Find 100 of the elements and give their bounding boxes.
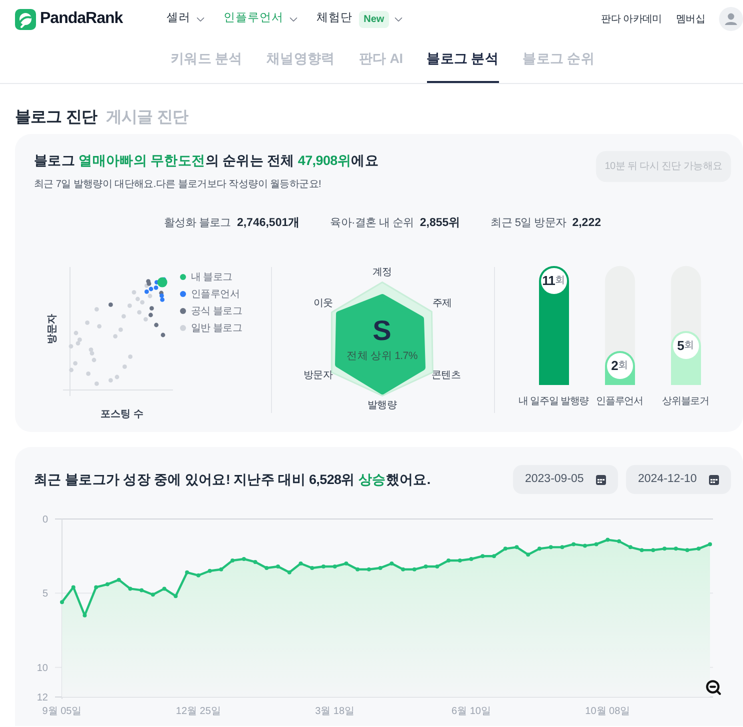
data-point [424, 564, 428, 568]
data-point [412, 567, 416, 572]
legend-label: 일반 블로그 [191, 322, 242, 336]
bar-label: 인플루언서 [596, 395, 643, 409]
scatter-point [68, 344, 74, 348]
data-point [708, 542, 712, 546]
stat-label: 최근 5일 방문자 [490, 216, 566, 231]
nav-menu[interactable]: 체험단 New [316, 10, 406, 28]
logo-text[interactable]: PandaRank [40, 7, 123, 31]
data-point [674, 546, 678, 551]
x-tick-label: 6월 10일 [452, 706, 491, 717]
data-point [606, 538, 610, 542]
data-point [356, 567, 360, 572]
logo-icon[interactable] [15, 8, 36, 30]
data-point [196, 573, 200, 578]
stat-value: 2,222 [572, 216, 601, 231]
scatter-point [108, 378, 113, 382]
y-tick-label: 10 [36, 662, 48, 674]
date-field[interactable]: 2023-09-05 [513, 465, 618, 494]
scatter-point [86, 372, 90, 376]
data-point [128, 586, 132, 591]
zoom-out-icon [704, 678, 722, 696]
scatter-point [97, 324, 102, 328]
data-point [492, 554, 496, 558]
data-point [230, 558, 235, 563]
y-tick-label: 0 [42, 514, 48, 526]
data-point [378, 566, 382, 570]
data-point [696, 546, 701, 551]
bar-label: 내 일주일 발행량 [518, 395, 589, 409]
y-tick-label: 12 [36, 692, 48, 704]
legend-label: 공식 블로그 [191, 304, 242, 318]
x-tick-label: 3월 18일 [315, 706, 355, 717]
axis-label: 발행량 [367, 400, 397, 412]
bar-label: 상위블로거 [662, 395, 709, 409]
axis-label: 콘텐츠 [431, 370, 461, 382]
scatter-point [132, 290, 136, 294]
data-point [572, 542, 576, 546]
rank-headline: 블로그 열매아빠의 무한도전의 순위는 전체 47,908위에요 [34, 152, 378, 170]
data-point [503, 546, 508, 551]
scatter-point [94, 307, 99, 312]
y-tick-label: 5 [42, 588, 48, 600]
scatter-point [128, 354, 132, 359]
data-point [390, 562, 394, 566]
data-point [276, 564, 280, 568]
zoom-out-button[interactable] [704, 678, 722, 696]
axis-label: 계정 [372, 267, 392, 279]
data-point [662, 546, 667, 551]
data-point [105, 582, 110, 586]
axis-label: 주제 [432, 298, 452, 310]
data-point [71, 585, 76, 590]
data-point [264, 566, 269, 570]
data-point [548, 545, 553, 550]
data-point [116, 578, 121, 582]
stat-label: 활성화 블로그 [164, 216, 231, 231]
calendar-icon [709, 474, 719, 484]
data-point [628, 545, 632, 550]
data-point [366, 567, 371, 572]
scatter-point [150, 306, 154, 310]
scatter-point [137, 310, 142, 314]
grade-letter: S [372, 316, 392, 346]
data-point [60, 600, 64, 604]
x-tick-label: 12월 25일 [176, 706, 221, 717]
header-link[interactable]: 판다 아카데미 [601, 12, 662, 26]
stat-value: 2,746,501개 [236, 216, 300, 231]
rank-caption: 전체 상위 1.7% [346, 349, 418, 363]
data-point [617, 539, 622, 544]
data-point [208, 568, 212, 573]
nav-menu[interactable]: 인플루언서 [224, 10, 300, 28]
x-tick-label: 9월 05일 [42, 706, 82, 717]
scatter-point [114, 374, 120, 380]
scatter-point [113, 334, 118, 338]
axis-label: 방문자 [303, 370, 333, 382]
calendar-icon [596, 474, 606, 484]
scatter-point [69, 368, 74, 372]
y-axis-label: 방문자 [47, 314, 59, 344]
tab[interactable]: 블로그 분석 [426, 38, 499, 83]
data-point [185, 570, 190, 574]
data-point [685, 548, 690, 552]
scatter-point [154, 322, 158, 328]
data-point [94, 585, 98, 590]
data-point [560, 545, 564, 550]
data-point [253, 560, 258, 564]
nav-menu[interactable]: 셀러 [166, 10, 207, 28]
avatar-icon[interactable] [719, 7, 743, 31]
data-point [435, 564, 440, 568]
scatter-point [73, 361, 78, 366]
scatter-point [122, 314, 126, 318]
scatter-point [160, 332, 166, 338]
x-tick-label: 10월 08일 [585, 706, 630, 717]
scatter-point [85, 320, 90, 325]
scatter-point [94, 382, 99, 386]
date-field[interactable]: 2024-12-10 [626, 465, 731, 494]
scatter-point [108, 302, 113, 307]
scatter-point [92, 358, 96, 362]
data-point [287, 570, 292, 574]
header-link[interactable]: 멤버십 [676, 12, 705, 26]
data-point [640, 548, 644, 552]
data-point [242, 557, 246, 562]
section-tab[interactable]: 블로그 진단 [15, 105, 98, 131]
data-point [582, 544, 587, 548]
